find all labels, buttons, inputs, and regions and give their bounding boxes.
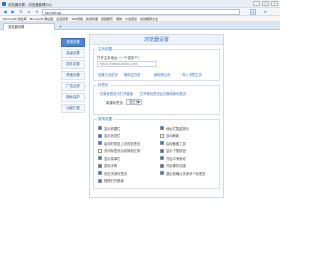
- new-tab-label: 新建标签页: [106, 101, 123, 105]
- option-checkbox[interactable]: [98, 133, 102, 138]
- sidebar-item-general[interactable]: 常规设置: [61, 38, 85, 47]
- option-label: 显示收藏栏: [104, 126, 121, 131]
- option-label: 开启平滑滚动: [166, 156, 186, 161]
- bookmark-item[interactable]: 必应搜索: [56, 17, 68, 21]
- switch-tab-option[interactable]: 打开新标签页后切换到新标签页: [140, 91, 186, 96]
- tabs-section: 标签页 在新标签页中打开链接 打开新标签页后切换到新标签页 新建标签页 空白页 …: [93, 83, 220, 115]
- option-label: 启用截图工具: [166, 141, 186, 146]
- home-url-input[interactable]: https://www.baidu.com: [97, 61, 157, 67]
- option-label: 鼠标手势: [104, 164, 118, 168]
- window-controls: – □ ×: [253, 1, 278, 6]
- sidebar-item-interface[interactable]: 界面设置: [61, 71, 85, 80]
- tab-bar: 浏览器设置 +: [0, 22, 280, 30]
- option-checkbox[interactable]: [98, 141, 102, 145]
- address-bar[interactable]: se:/setup: [42, 9, 240, 15]
- favicon-icon: [2, 2, 6, 6]
- settings-page: 常规设置 高级设置 插件设置 界面设置 广告过滤 隐私保护 功能扩展 浏览器设置…: [0, 30, 280, 270]
- bookmark-item[interactable]: Microsoft 网址组: [30, 17, 54, 21]
- section-label: 标签页: [97, 83, 110, 88]
- settings-panel: 浏览器设置 主页设置 打开主页地址（一个或多个） https://www.bai…: [89, 34, 224, 198]
- option-checkbox[interactable]: [160, 133, 164, 138]
- option-label: 启动时恢复上次的标签页: [104, 141, 141, 146]
- sidebar-item-advanced[interactable]: 高级设置: [61, 49, 85, 58]
- option-checkbox[interactable]: [98, 156, 102, 160]
- sidebar-item-extensions[interactable]: 功能扩展: [61, 104, 85, 113]
- startup-section: 主页设置 打开主页地址（一个或多个） https://www.baidu.com…: [93, 47, 220, 81]
- new-tab-icon[interactable]: +: [59, 24, 62, 29]
- bookmark-item[interactable]: 在线翻译大全: [140, 17, 158, 21]
- page-title: 浏览器设置: [90, 35, 223, 45]
- general-section: 常用设置 显示收藏栏显示状态栏启动时恢复上次的标签页 关闭标签页后切换到左侧 显示菜…: [93, 117, 220, 189]
- option-label: 自动刷新: [166, 134, 180, 138]
- section-label: 常用设置: [97, 117, 113, 122]
- settings-sidebar: 常规设置 高级设置 插件设置 界面设置 广告过滤 隐私保护 功能扩展: [61, 38, 85, 115]
- option-checkbox[interactable]: [160, 126, 164, 130]
- option-checkbox[interactable]: [160, 141, 164, 145]
- bookmark-item[interactable]: 360导航: [71, 17, 83, 21]
- new-tab-link-option[interactable]: 在新标签页中打开链接: [100, 91, 133, 96]
- option-label: 关闭标签页后切换到左侧: [104, 149, 141, 153]
- option-label: 显示状态栏: [104, 134, 121, 138]
- option-label: 拖拽打开链接: [104, 179, 124, 183]
- option-checkbox[interactable]: [160, 148, 164, 153]
- bookmark-item[interactable]: 购物: [116, 17, 122, 21]
- maximize-icon[interactable]: □: [262, 1, 269, 6]
- window-title: 浏览器设置 - 浏览器管理中心: [8, 3, 53, 7]
- option-label: 显示下载按钮: [166, 149, 186, 153]
- option-checkbox[interactable]: [98, 171, 102, 175]
- title-bar: 浏览器设置 - 浏览器管理中心 – □ ×: [0, 0, 280, 8]
- set-current-link[interactable]: 设置为当前页: [98, 72, 118, 77]
- minimize-icon[interactable]: –: [253, 1, 260, 6]
- option-checkbox[interactable]: [160, 156, 164, 160]
- startup-option-text: 打开主页地址（一个或多个）: [97, 56, 142, 60]
- option-checkbox[interactable]: [98, 148, 102, 153]
- address-text: se:/setup: [45, 11, 62, 15]
- home-icon[interactable]: ⌂: [26, 9, 32, 15]
- menu-icon[interactable]: ≡: [262, 9, 268, 15]
- new-tab-select[interactable]: 空白页 ▼: [126, 99, 142, 105]
- option-label: 地址栏智能提示: [166, 126, 190, 131]
- sidebar-item-privacy[interactable]: 隐私保护: [61, 93, 85, 102]
- refresh-icon[interactable]: ↻: [18, 9, 24, 15]
- option-checkbox[interactable]: [98, 163, 102, 168]
- option-checkbox[interactable]: [160, 163, 164, 168]
- bookmark-item[interactable]: 新闻时事: [86, 17, 98, 21]
- use-blank-link[interactable]: 使用空白页: [124, 72, 140, 77]
- stop-icon[interactable]: ✕: [34, 9, 40, 15]
- bookmark-item[interactable]: 小说阅读: [125, 17, 137, 21]
- option-checkbox[interactable]: [98, 126, 102, 130]
- sidebar-item-plugins[interactable]: 插件设置: [61, 60, 85, 69]
- import-home-link[interactable]: 导入书签主页: [182, 72, 202, 77]
- back-icon[interactable]: ◀: [2, 9, 8, 15]
- sidebar-item-adblock[interactable]: 广告过滤: [61, 82, 85, 91]
- option-label: 显示菜单栏: [104, 156, 121, 161]
- bookmark-item[interactable]: Microsoft 地址库: [3, 17, 27, 21]
- option-label: 开启硬件加速: [166, 164, 186, 168]
- option-checkbox[interactable]: [160, 171, 164, 175]
- option-checkbox[interactable]: [98, 178, 102, 183]
- tab-settings[interactable]: 浏览器设置: [3, 23, 55, 30]
- navigation-bar: ◀ ▶ ↻ ⌂ ✕ se:/setup → ≡: [0, 8, 280, 16]
- option-label: 双击关闭标签页: [104, 171, 128, 176]
- go-button[interactable]: →: [250, 9, 256, 15]
- section-label: 主页设置: [97, 47, 113, 52]
- bookmark-item[interactable]: 视频娱乐: [101, 17, 113, 21]
- close-icon[interactable]: ×: [271, 1, 278, 6]
- option-label: 退出前确认关闭多个标签页: [166, 171, 206, 176]
- use-default-link[interactable]: 使用默认页: [154, 72, 170, 77]
- forward-icon[interactable]: ▶: [10, 9, 16, 15]
- chevron-down-icon: ▼: [137, 100, 140, 104]
- tab-label: 浏览器设置: [8, 25, 25, 29]
